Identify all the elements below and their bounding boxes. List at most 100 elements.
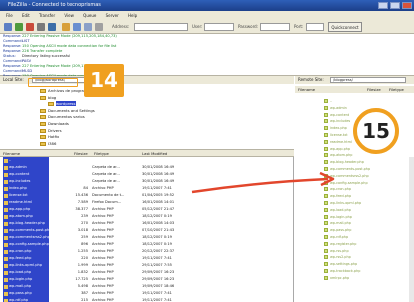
cancel-icon[interactable] (26, 23, 34, 31)
remote-column-filename[interactable]: Filename (298, 86, 315, 93)
remote-list-item[interactable]: xmlrpc.php (295, 275, 414, 281)
table-row[interactable]: wp-atom.php 239 Archivo PHP 18/12/2007 0:19 (0, 213, 294, 220)
table-row[interactable]: wp-blog-header.php 270 Archivo PHP 16/01/20… (0, 220, 294, 227)
remote-list-item[interactable]: wp-mail.php (295, 220, 414, 226)
file-type: Archivo PHP (92, 207, 114, 211)
refresh-icon[interactable] (15, 23, 23, 31)
table-row[interactable]: wp-cron.php 1.255 Archivo PHP 20/12/2007 22… (0, 248, 294, 255)
folder-icon (48, 102, 54, 107)
menu-help[interactable]: Help (128, 13, 137, 18)
file-size: 1.832 (77, 270, 88, 274)
file-type: Archivo PHP (92, 298, 114, 302)
menu-file[interactable]: File (6, 13, 13, 18)
table-row[interactable]: wp-commentsrss2.php 259 Archivo PHP 18/12/2… (0, 234, 294, 241)
remote-file-name: wp-links-opml.php (330, 201, 362, 205)
log-row-message: 150 Opening ASCII mode data connection f… (22, 44, 117, 48)
file-type: Archivo PHP (92, 270, 114, 274)
local-site-label: Local Site: (3, 77, 24, 82)
remote-list-item[interactable]: wp-app.php (295, 146, 414, 152)
table-row[interactable]: readme.html 7.589 Firefox Docum... 16/01/20… (0, 199, 294, 206)
file-icon (324, 207, 328, 212)
minimize-icon[interactable] (378, 2, 388, 9)
menu-transfer[interactable]: Transfer (39, 13, 55, 18)
table-row[interactable]: wp-links-opml.php 1.999 Archivo PHP 29/11/2… (0, 262, 294, 269)
column-filesize[interactable]: Filesize (74, 150, 88, 157)
file-date: 18/12/2007 0:19 (142, 235, 172, 239)
remote-list-item[interactable]: wp-register.php (295, 241, 414, 247)
tree-item[interactable]: Drivers (40, 128, 62, 134)
column-filetype[interactable]: Filetype (94, 150, 109, 157)
reconnect-icon[interactable] (48, 23, 56, 31)
file-name: wp-atom.php (3, 213, 49, 220)
remote-column-filetype[interactable]: Filetype (389, 86, 404, 93)
port-field[interactable] (306, 23, 324, 31)
user-field[interactable] (204, 23, 234, 31)
menu-edit[interactable]: Edit (22, 13, 30, 18)
file-icon (324, 146, 328, 151)
remote-list-item[interactable]: wp-admin (295, 105, 414, 111)
address-field[interactable] (134, 23, 188, 31)
remote-list-item[interactable]: wp-blog-header.php (295, 159, 414, 165)
tree-item[interactable]: Downloads (40, 121, 69, 127)
remote-list-item[interactable]: wp-trackback.php (295, 268, 414, 274)
table-row[interactable]: wp-pass.php 387 Archivo PHP 19/11/2007 7:41 (0, 290, 294, 297)
remote-file-name: wp-includes (330, 119, 351, 124)
folder-icon (40, 141, 46, 146)
table-row[interactable]: wp-load.php 1.832 Archivo PHP 29/09/2007 16… (0, 269, 294, 276)
remote-list-item[interactable]: wp-settings.php (295, 261, 414, 267)
file-type: Carpeta de ar... (92, 165, 120, 169)
tree-item[interactable]: Documentos varios (40, 114, 85, 120)
file-size: 84 (83, 186, 88, 190)
tree-item[interactable]: wordpress (48, 101, 76, 107)
window-title: FileZilla - Connected to tecnoprismas (8, 2, 101, 8)
file-size: 896 (81, 242, 88, 246)
remote-list-item[interactable]: wp-atom.php (295, 152, 414, 158)
remote-column-filesize[interactable]: Filesize (367, 86, 381, 93)
remote-list-item[interactable]: wp-load.php (295, 207, 414, 213)
remote-list-item[interactable]: wp-login.php (295, 214, 414, 220)
remote-list-item[interactable]: wp-links-opml.php (295, 200, 414, 206)
tree-item[interactable]: Archivos de programa (40, 88, 90, 94)
disconnect-icon[interactable] (37, 23, 45, 31)
filter-icon[interactable] (73, 23, 81, 31)
tree-item[interactable]: blog (40, 95, 56, 101)
menu-queue[interactable]: Queue (83, 13, 96, 18)
tree-item[interactable]: I386 (40, 141, 56, 147)
local-file-scrollbar[interactable] (409, 157, 414, 302)
remote-site-bar: Remote Site: /blogpress/ (295, 76, 414, 84)
remote-list-item[interactable]: wp-content (295, 112, 414, 118)
table-row[interactable]: wp-config-sample.php 896 Archivo PHP 18/12/… (0, 241, 294, 248)
queue-icon[interactable] (62, 23, 70, 31)
remote-list-item[interactable]: wp-pass.php (295, 227, 414, 233)
menu-server[interactable]: Server (106, 13, 119, 18)
table-row[interactable]: .. (0, 157, 294, 164)
remote-list-item[interactable]: wp-rdf.php (295, 234, 414, 240)
file-name: wp-blog-header.php (3, 220, 49, 227)
password-field[interactable] (260, 23, 290, 31)
remote-site-path-field[interactable]: /blogpress/ (330, 77, 406, 83)
table-row[interactable]: wp-login.php 17.725 Archivo PHP 29/09/2007 … (0, 276, 294, 283)
table-row[interactable]: wp-comments-post.php 3.018 Archivo PHP 07/1… (0, 227, 294, 234)
log-row-message: Directory listing successful (22, 54, 71, 58)
site-manager-icon[interactable] (4, 23, 12, 31)
remote-list-item[interactable]: wp-rss.php (295, 248, 414, 254)
column-last-modified[interactable]: Last Modified (142, 150, 167, 157)
table-row[interactable]: wp-rdf.php 215 Archivo PHP 19/11/2007 7:41 (0, 297, 294, 302)
sync-browse-icon[interactable] (95, 23, 103, 31)
column-filename[interactable]: Filename (3, 150, 20, 157)
remote-list-item[interactable]: wp-rss2.php (295, 254, 414, 260)
compare-icon[interactable] (84, 23, 92, 31)
menu-view[interactable]: View (64, 13, 74, 18)
remote-file-name: wp-mail.php (330, 221, 351, 226)
close-icon[interactable] (402, 2, 412, 9)
remote-file-name: xmlrpc.php (330, 275, 350, 280)
table-row[interactable]: wp-app.php 38.377 Archivo PHP 05/12/2007 21… (0, 206, 294, 213)
tree-item[interactable]: Documents and Settings (40, 108, 95, 114)
file-name: wp-content (3, 171, 49, 178)
maximize-icon[interactable] (390, 2, 400, 9)
remote-list-item[interactable]: .. (295, 98, 414, 104)
quickconnect-button[interactable]: Quickconnect (328, 22, 362, 32)
table-row[interactable]: wp-feed.php 220 Archivo PHP 19/11/2007 7:41 (0, 255, 294, 262)
tree-item[interactable]: Hotfix (40, 134, 59, 140)
table-row[interactable]: wp-mail.php 5.498 Archivo PHP 19/09/2007 18… (0, 283, 294, 290)
